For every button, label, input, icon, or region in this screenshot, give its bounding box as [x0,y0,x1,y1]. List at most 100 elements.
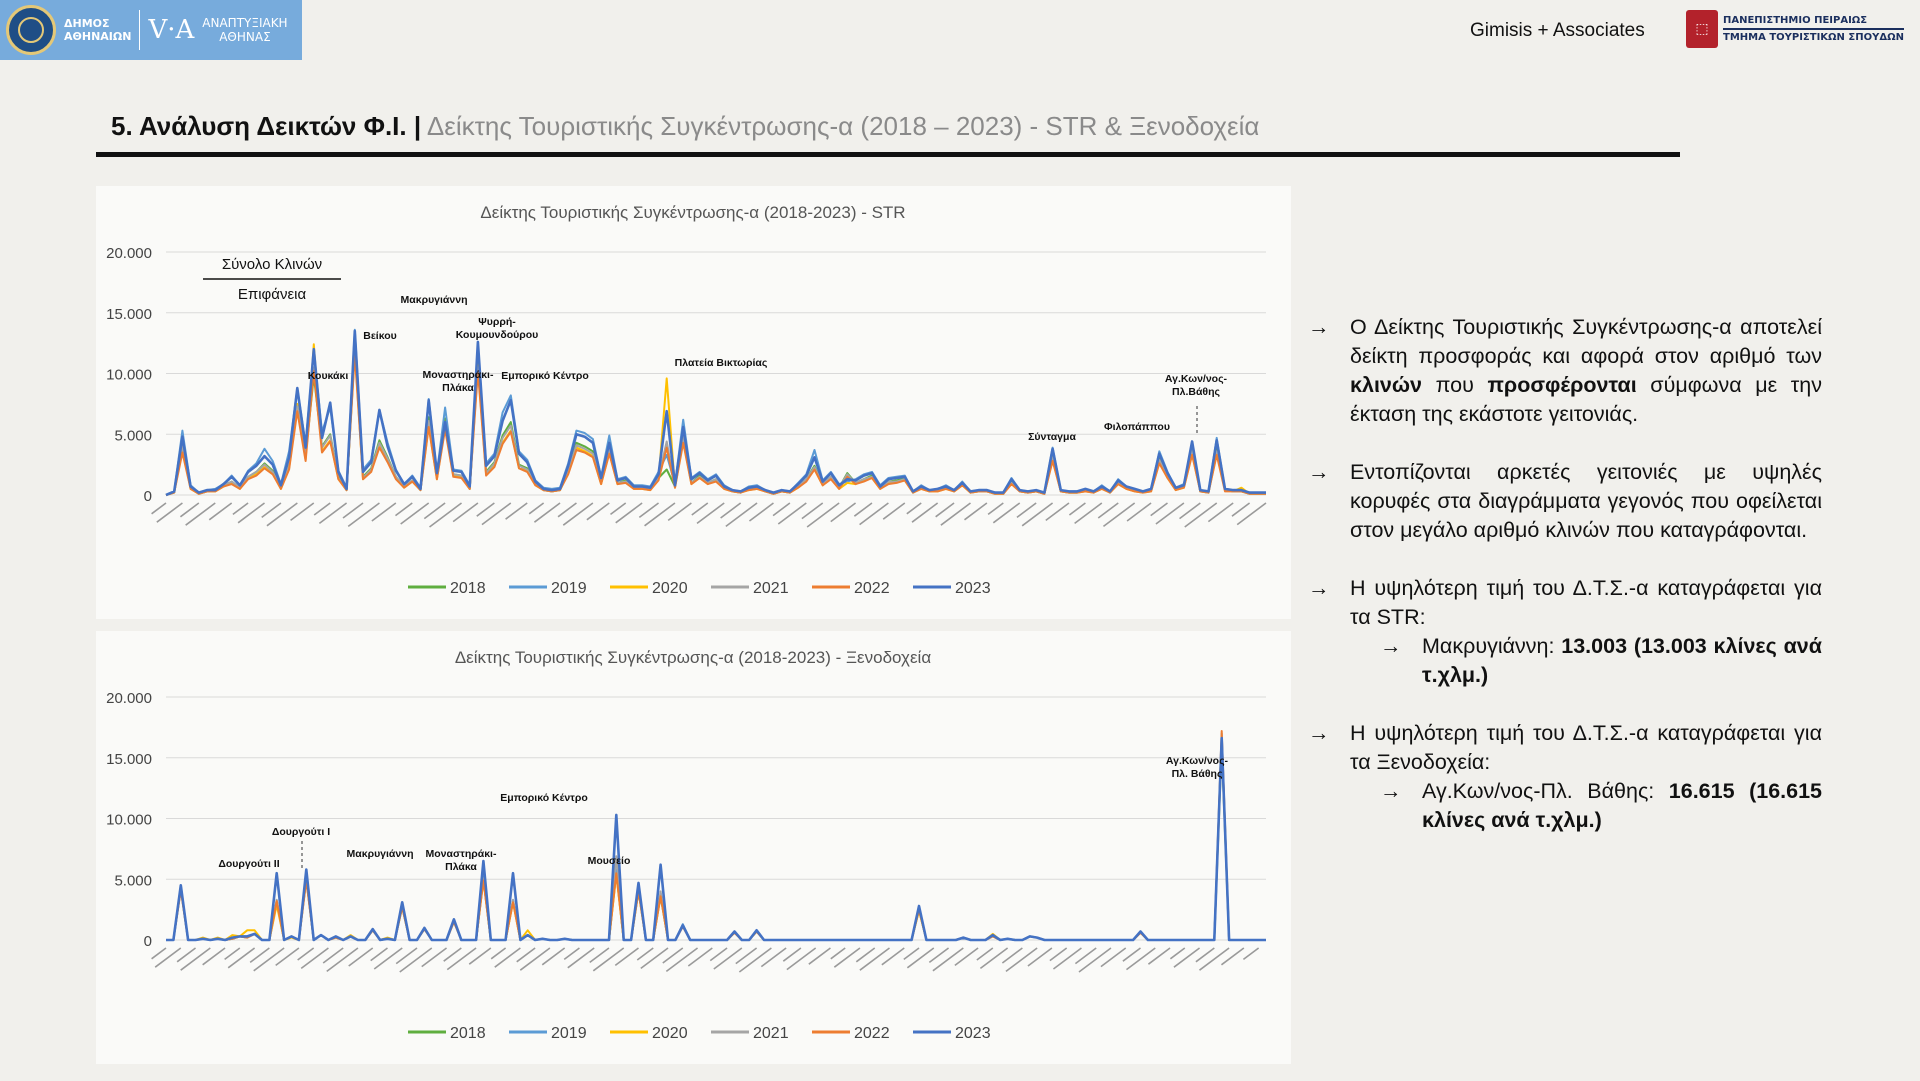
str-chart-panel: Δείκτης Τουριστικής Συγκέντρωσης-α (2018… [96,186,1291,619]
x-tick-label [400,502,430,525]
svg-text:Μοναστηράκι-: Μοναστηράκι- [423,369,494,381]
x-tick-label [806,502,840,528]
x-tick-label [979,947,1009,970]
legend-label-2022: 2022 [854,1025,890,1042]
svg-text:Σύνταγμα: Σύνταγμα [1028,431,1076,443]
x-tick-label [1125,947,1156,971]
y-tick-label: 20.000 [106,690,152,707]
y-tick-label: 10.000 [106,367,152,384]
x-tick-label [940,502,971,526]
legend-label-2023: 2023 [955,1025,991,1042]
x-tick-label [562,502,594,526]
x-tick-label [906,947,935,969]
development-agency-name: ΑΝΑΠΤΥΞΙΑΚΗ ΑΘΗΝΑΣ [202,16,288,44]
x-tick-label [446,947,477,971]
x-tick-label [859,947,890,971]
x-tick-label [342,502,364,519]
legend-label-2023: 2023 [955,580,991,597]
x-tick-label [777,502,807,525]
svg-text:Ψυρρή-: Ψυρρή- [478,316,516,328]
sub-bullet-str: → Μακρυγιάννη: 13.003 (13.003 κλίνες ανά… [1380,632,1822,690]
university-logo: ⬚ ΠΑΝΕΠΙΣΤΗΜΙΟ ΠΕΙΡΑΙΩΣ ΤΜΗΜΑ ΤΟΥΡΙΣΤΙΚΩ… [1686,10,1904,48]
x-tick-label [443,947,462,962]
x-tick-label [1179,502,1201,520]
x-tick-label [833,947,861,968]
x-tick-label [1005,947,1038,973]
svg-text:Πλάκα: Πλάκα [442,382,474,394]
x-tick-label [1169,947,1186,960]
y-tick-label: 20.000 [106,245,152,262]
page-title: 5. Ανάλυση Δεικτών Φ.Ι. | Δείκτης Τουρισ… [111,111,1259,142]
series-line-2023 [165,329,1266,497]
x-tick-label [610,502,627,516]
x-tick-label [1195,947,1215,963]
arrow-icon: → [1308,315,1330,339]
svg-text:Αγ.Κων/νος-: Αγ.Κων/νος- [1166,755,1229,767]
y-tick-label: 0 [144,488,152,505]
x-tick-label [154,947,182,968]
x-tick-label [954,947,979,967]
x-tick-label [297,947,315,961]
legend-label-2021: 2021 [753,580,789,597]
y-tick-label: 15.000 [106,306,152,323]
svg-text:Δουργούτι ΙΙ: Δουργούτι ΙΙ [218,858,279,870]
x-tick-label [1184,502,1218,528]
bullet-1: → Ο Δείκτης Τουριστικής Συγκέντρωσης-α α… [1308,313,1822,429]
x-tick-label [855,947,876,963]
x-tick-label [151,502,167,515]
department-name: ΤΜΗΜΑ ΤΟΥΡΙΣΤΙΚΩΝ ΣΠΟΥΔΩΝ [1723,32,1904,43]
svg-text:Εμπορικό Κέντρο: Εμπορικό Κέντρο [501,370,589,382]
series-line-2022 [166,730,1266,941]
x-tick-label [563,947,580,961]
annotation: Δουργούτι Ι [272,826,330,838]
annotation: Μακρυγιάννη [401,294,468,306]
x-tick-label [1021,502,1054,527]
x-tick-label [786,947,817,971]
y-tick-label: 0 [144,933,152,950]
legend-label-2018: 2018 [450,1025,486,1042]
x-tick-label [421,947,448,968]
bullet-2: → Εντοπίζονται αρκετές γειτονιές με υψηλ… [1308,458,1822,545]
annotation: Μοναστηράκι-Πλάκα [423,369,494,394]
svg-text:Μακρυγιάννη: Μακρυγιάννη [401,294,468,306]
y-tick-label: 5.000 [114,427,152,444]
legend-label-2020: 2020 [652,1025,688,1042]
hotels-chart: Δείκτης Τουριστικής Συγκέντρωσης-α (2018… [106,648,1266,1042]
x-tick-label [772,502,791,517]
x-tick-label [1049,947,1068,962]
annotation: Αγ.Κων/νος-Πλ.Βάθης [1165,373,1228,398]
svg-text:Πλ. Βάθης: Πλ. Βάθης [1172,768,1223,780]
annotation: Βείκου [363,330,397,342]
sub-bullet-hotels: → Αγ.Κων/νος-Πλ. Βάθης: 16.615 (16.615 κ… [1380,777,1822,835]
x-tick-label [853,502,873,517]
x-tick-label [713,947,743,970]
svg-text:Πλατεία Βικτωρίας: Πλατεία Βικτωρίας [675,357,768,369]
x-tick-label [266,502,298,527]
x-tick-label [911,502,939,523]
municipality-seal-icon [6,5,56,55]
x-tick-label [1231,502,1251,517]
municipality-name: ΔΗΜΟΣ ΑΘΗΝΑΙΩΝ [64,17,132,43]
fraction-numerator: Σύνολο Κλινών [222,256,322,273]
analysis-text: → Ο Δείκτης Τουριστικής Συγκέντρωσης-α α… [1308,313,1822,835]
x-tick-label [370,947,388,962]
x-tick-label [261,502,282,519]
x-tick-label [1078,947,1112,973]
svg-text:Βείκου: Βείκου [363,330,397,342]
x-tick-label [399,947,433,973]
x-tick-label [494,947,521,968]
y-tick-label: 15.000 [106,751,152,768]
x-tick-label [801,502,824,520]
x-tick-label [1097,502,1119,519]
x-tick-label [253,947,285,972]
legend-label-2021: 2021 [753,1025,789,1042]
title-divider [96,152,1680,157]
x-tick-label [1027,947,1053,967]
hotels-chart-panel: Δείκτης Τουριστικής Συγκέντρωσης-α (2018… [96,631,1291,1064]
x-tick-label [176,947,197,963]
arrow-icon: → [1380,779,1402,803]
x-axis-labels [151,502,1267,528]
x-tick-label [615,502,643,524]
annotation: Φιλοπάππου [1104,421,1170,433]
x-tick-label [394,502,413,517]
